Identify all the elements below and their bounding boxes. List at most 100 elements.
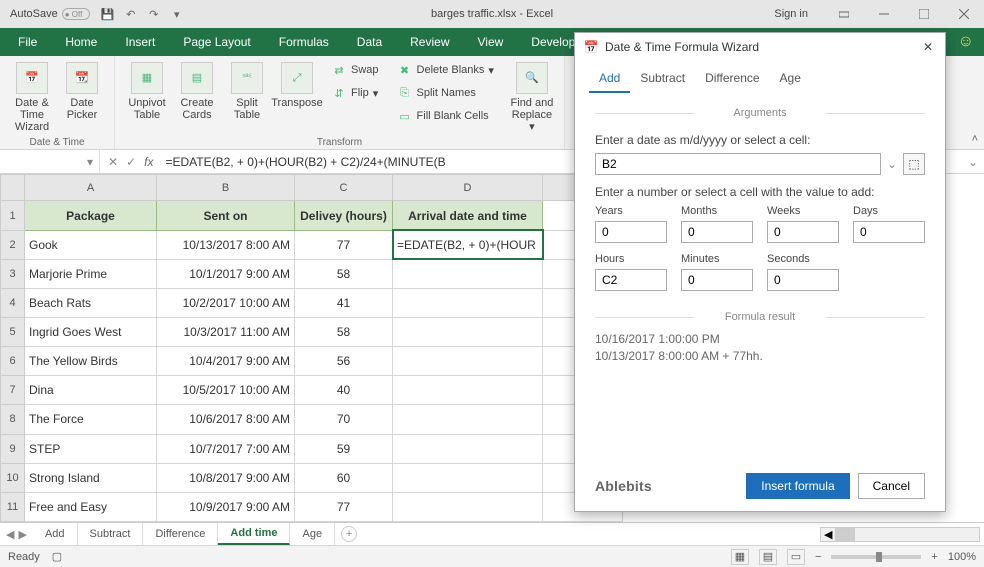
cell[interactable] bbox=[393, 347, 543, 376]
row-header[interactable]: 4 bbox=[1, 288, 25, 317]
wizard-tab-add[interactable]: Add bbox=[589, 65, 630, 93]
header-cell[interactable]: Sent on bbox=[157, 201, 295, 230]
cell[interactable]: 10/13/2017 8:00 AM bbox=[157, 230, 295, 259]
cell[interactable] bbox=[393, 259, 543, 288]
zoom-out-icon[interactable]: − bbox=[815, 551, 821, 563]
autosave-switch[interactable]: ● Off bbox=[62, 8, 90, 20]
cell[interactable] bbox=[393, 288, 543, 317]
split-table-button[interactable]: ⎃Split Table bbox=[223, 60, 271, 135]
row-header[interactable]: 9 bbox=[1, 434, 25, 463]
cell[interactable] bbox=[393, 318, 543, 347]
horizontal-scrollbar[interactable]: ◀ bbox=[820, 527, 980, 542]
cancel-formula-icon[interactable]: ✕ bbox=[108, 155, 118, 169]
expand-formula-icon[interactable]: ⌄ bbox=[962, 155, 984, 169]
signin-link[interactable]: Sign in bbox=[774, 8, 808, 20]
autosave-toggle[interactable]: AutoSave ● Off bbox=[10, 8, 90, 20]
cell[interactable]: 10/2/2017 10:00 AM bbox=[157, 288, 295, 317]
wizard-tab-age[interactable]: Age bbox=[770, 65, 811, 93]
col-header[interactable]: B bbox=[157, 175, 295, 201]
tab-page-layout[interactable]: Page Layout bbox=[169, 28, 264, 56]
split-names-button[interactable]: ⎘Split Names bbox=[393, 83, 498, 103]
cell[interactable]: 70 bbox=[295, 405, 393, 434]
sheet-tab[interactable]: Difference bbox=[143, 523, 218, 545]
tab-file[interactable]: File bbox=[4, 28, 51, 56]
flip-button[interactable]: ⇵Flip ▾ bbox=[327, 83, 383, 103]
cell[interactable]: =EDATE(B2, + 0)+(HOUR bbox=[393, 230, 543, 259]
cell[interactable]: STEP bbox=[25, 434, 157, 463]
minimize-icon[interactable] bbox=[864, 0, 904, 28]
header-cell[interactable]: Delivey (hours) bbox=[295, 201, 393, 230]
cell[interactable] bbox=[393, 434, 543, 463]
view-page-layout-icon[interactable]: ▤ bbox=[759, 549, 777, 565]
header-cell[interactable]: Arrival date and time bbox=[393, 201, 543, 230]
redo-icon[interactable]: ↷ bbox=[146, 6, 162, 22]
smile-icon[interactable]: ☺ bbox=[958, 33, 974, 51]
tab-data[interactable]: Data bbox=[343, 28, 396, 56]
row-header[interactable]: 10 bbox=[1, 463, 25, 492]
new-sheet-icon[interactable]: + bbox=[341, 526, 357, 542]
chevron-down-icon[interactable]: ⌄ bbox=[887, 157, 897, 171]
close-icon[interactable]: ✕ bbox=[919, 36, 937, 58]
sheet-tab[interactable]: Add bbox=[33, 523, 78, 545]
row-header[interactable]: 6 bbox=[1, 347, 25, 376]
maximize-icon[interactable] bbox=[904, 0, 944, 28]
years-input[interactable] bbox=[595, 221, 667, 243]
cell[interactable]: 77 bbox=[295, 492, 393, 521]
date-time-wizard-button[interactable]: 📅Date & Time Wizard bbox=[8, 60, 56, 135]
cell[interactable]: 40 bbox=[295, 376, 393, 405]
days-input[interactable] bbox=[853, 221, 925, 243]
cell[interactable] bbox=[393, 405, 543, 434]
row-header[interactable]: 8 bbox=[1, 405, 25, 434]
tab-formulas[interactable]: Formulas bbox=[265, 28, 343, 56]
cell[interactable]: 56 bbox=[295, 347, 393, 376]
cell[interactable]: 10/8/2017 9:00 AM bbox=[157, 463, 295, 492]
cell[interactable]: 10/4/2017 9:00 AM bbox=[157, 347, 295, 376]
cell[interactable] bbox=[393, 463, 543, 492]
row-header[interactable]: 2 bbox=[1, 230, 25, 259]
cell[interactable]: The Yellow Birds bbox=[25, 347, 157, 376]
col-header[interactable]: D bbox=[393, 175, 543, 201]
close-icon[interactable] bbox=[944, 0, 984, 28]
fx-icon[interactable]: fx bbox=[144, 155, 153, 169]
save-icon[interactable]: 💾 bbox=[100, 6, 116, 22]
macro-record-icon[interactable]: ▢ bbox=[52, 550, 62, 563]
cell[interactable] bbox=[393, 492, 543, 521]
weeks-input[interactable] bbox=[767, 221, 839, 243]
cancel-button[interactable]: Cancel bbox=[858, 473, 925, 499]
cell[interactable]: Free and Easy bbox=[25, 492, 157, 521]
find-replace-button[interactable]: 🔍Find and Replace ▾ bbox=[508, 60, 556, 135]
cell[interactable]: 10/7/2017 7:00 AM bbox=[157, 434, 295, 463]
sheet-tab[interactable]: Add time bbox=[218, 523, 290, 545]
cell-picker-icon[interactable]: ⬚ bbox=[903, 153, 925, 175]
tab-view[interactable]: View bbox=[464, 28, 518, 56]
cell[interactable]: 10/9/2017 9:00 AM bbox=[157, 492, 295, 521]
tab-insert[interactable]: Insert bbox=[111, 28, 169, 56]
hours-input[interactable] bbox=[595, 269, 667, 291]
cell[interactable]: 10/1/2017 9:00 AM bbox=[157, 259, 295, 288]
date-input[interactable] bbox=[595, 153, 881, 175]
row-header[interactable]: 5 bbox=[1, 318, 25, 347]
undo-icon[interactable]: ↶ bbox=[123, 6, 139, 22]
wizard-tab-difference[interactable]: Difference bbox=[695, 65, 769, 93]
row-header[interactable]: 7 bbox=[1, 376, 25, 405]
cell[interactable]: Dina bbox=[25, 376, 157, 405]
transpose-button[interactable]: ⤢Transpose bbox=[273, 60, 321, 135]
view-page-break-icon[interactable]: ▭ bbox=[787, 549, 805, 565]
sheet-tab[interactable]: Age bbox=[290, 523, 335, 545]
zoom-in-icon[interactable]: + bbox=[931, 551, 937, 563]
cell[interactable]: 59 bbox=[295, 434, 393, 463]
minutes-input[interactable] bbox=[681, 269, 753, 291]
cell[interactable]: Strong Island bbox=[25, 463, 157, 492]
insert-formula-button[interactable]: Insert formula bbox=[746, 473, 849, 499]
cell[interactable]: Marjorie Prime bbox=[25, 259, 157, 288]
sheet-prev-icon[interactable]: ◀ bbox=[6, 528, 14, 541]
months-input[interactable] bbox=[681, 221, 753, 243]
col-header[interactable]: A bbox=[25, 175, 157, 201]
row-header[interactable]: 1 bbox=[1, 201, 25, 230]
swap-button[interactable]: ⇄Swap bbox=[327, 60, 383, 80]
unpivot-button[interactable]: ▦Unpivot Table bbox=[123, 60, 171, 135]
cell[interactable]: Beach Rats bbox=[25, 288, 157, 317]
wizard-tab-subtract[interactable]: Subtract bbox=[630, 65, 695, 93]
select-all[interactable] bbox=[1, 175, 25, 201]
name-box[interactable]: ▾ bbox=[0, 150, 100, 173]
